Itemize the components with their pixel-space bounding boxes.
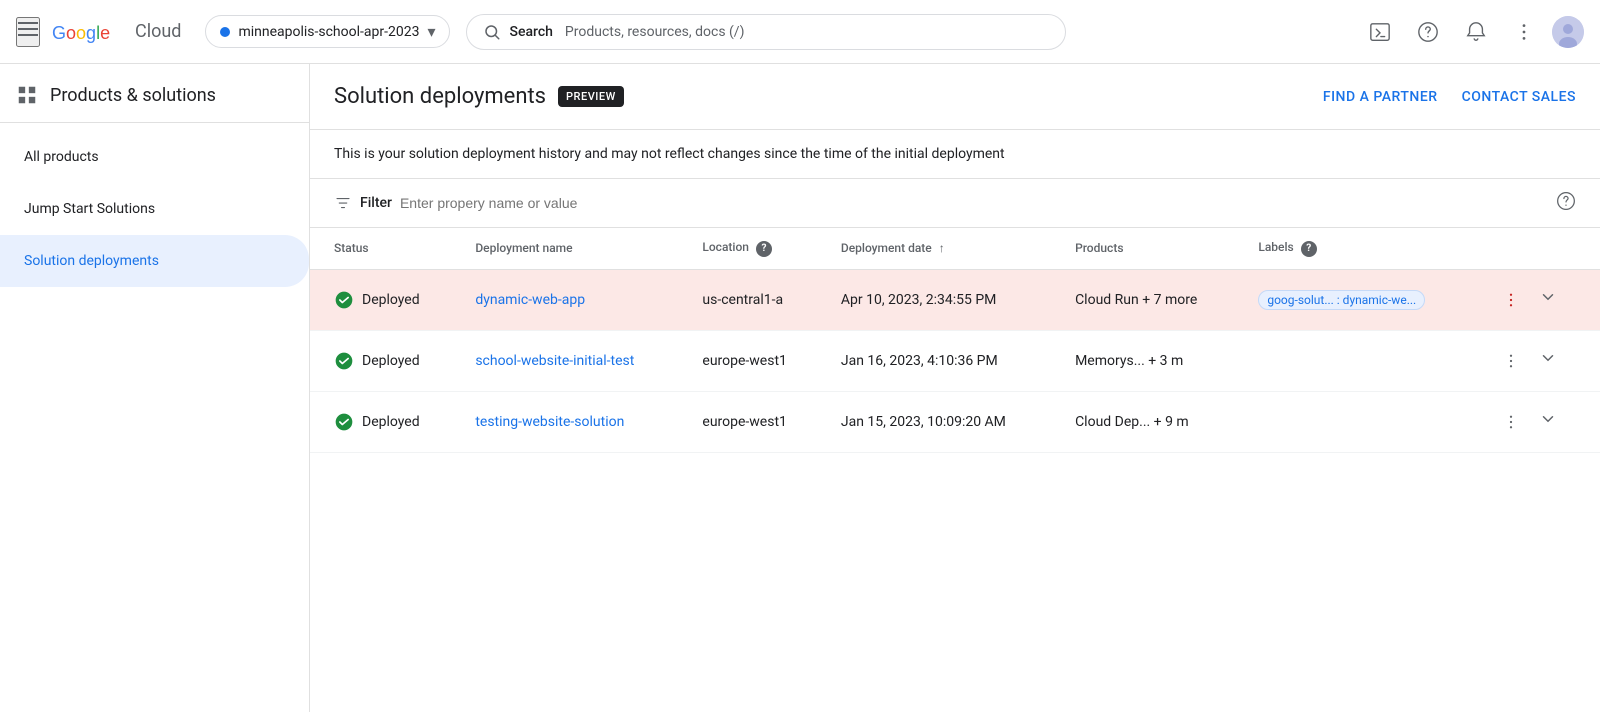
table-row: Deployed dynamic-web-app us-central1-a A… [310,269,1600,331]
col-status: Status [310,228,459,269]
avatar[interactable] [1552,16,1584,48]
filter-bar: Filter [310,179,1600,228]
row-more-button[interactable] [1495,406,1527,438]
row-more-button[interactable] [1495,345,1527,377]
main-content: Solution deployments PREVIEW FIND A PART… [310,64,1600,712]
status-text: Deployed [362,353,420,369]
sidebar-navigation: All products Jump Start Solutions Soluti… [0,123,309,295]
sidebar: Products & solutions All products Jump S… [0,64,310,712]
svg-text:Google: Google [52,23,110,43]
labels-cell: goog-solut... : dynamic-we... [1242,269,1478,331]
project-name: minneapolis-school-apr-2023 [238,24,419,40]
label-chip: goog-solut... : dynamic-we... [1258,290,1425,310]
location-help-icon[interactable]: ? [756,241,772,257]
grid-icon [16,84,38,106]
more-options-button[interactable] [1504,12,1544,52]
page-title-area: Solution deployments PREVIEW [334,84,624,109]
products-cell: Cloud Run + 7 more [1059,269,1242,331]
sidebar-header: Products & solutions [0,64,309,123]
sidebar-item-solution-deployments[interactable]: Solution deployments [0,235,309,287]
sidebar-item-all-products[interactable]: All products [0,131,309,183]
labels-cell [1242,392,1478,453]
labels-cell [1242,331,1478,392]
row-expand-button[interactable] [1531,406,1565,437]
cloud-text: Cloud [135,21,181,42]
actions-cell [1479,270,1600,331]
status-text: Deployed [362,292,420,308]
col-products: Products [1059,228,1242,269]
sidebar-item-label: Solution deployments [24,253,159,269]
col-actions [1479,228,1600,269]
terminal-button[interactable] [1360,12,1400,52]
deployment-name-cell: testing-website-solution [459,392,686,453]
search-placeholder: Products, resources, docs (/) [565,24,745,40]
status-cell-1: Deployed [310,331,459,392]
col-labels: Labels ? [1242,228,1478,269]
sidebar-item-jump-start[interactable]: Jump Start Solutions [0,183,309,235]
actions-cell [1479,392,1600,453]
table-row: Deployed school-website-initial-test eur… [310,331,1600,392]
search-icon [483,23,501,41]
table-row: Deployed testing-website-solution europe… [310,392,1600,453]
sidebar-item-label: All products [24,149,99,165]
location-cell: europe-west1 [686,331,824,392]
labels-help-icon[interactable]: ? [1301,241,1317,257]
chevron-down-icon: ▾ [427,22,435,41]
row-expand-button[interactable] [1531,345,1565,376]
status-cell-0: Deployed [310,269,459,331]
notifications-button[interactable] [1456,12,1496,52]
deployed-icon [334,351,354,371]
deployed-icon [334,412,354,432]
header-actions: FIND A PARTNER CONTACT SALES [1323,89,1576,105]
page-title: Solution deployments [334,84,546,109]
find-partner-link[interactable]: FIND A PARTNER [1323,89,1438,105]
sort-asc-icon[interactable]: ↑ [939,241,945,255]
info-bar: This is your solution deployment history… [310,130,1600,179]
page-header: Solution deployments PREVIEW FIND A PART… [310,64,1600,130]
location-cell: us-central1-a [686,269,824,331]
preview-badge: PREVIEW [558,86,624,107]
filter-icon [334,194,352,212]
col-location: Location ? [686,228,824,269]
deployment-date-cell: Jan 16, 2023, 4:10:36 PM [825,331,1059,392]
sidebar-title: Products & solutions [50,85,216,106]
deployment-date-cell: Jan 15, 2023, 10:09:20 AM [825,392,1059,453]
row-more-button[interactable] [1495,284,1527,316]
status-text: Deployed [362,414,420,430]
deployments-table: Status Deployment name Location ? Deploy… [310,228,1600,453]
deployments-table-wrapper: Status Deployment name Location ? Deploy… [310,228,1600,453]
project-dot [220,27,230,37]
deployed-icon [334,290,354,310]
search-label: Search [509,24,552,40]
filter-input[interactable] [400,195,1548,211]
col-deployment-name: Deployment name [459,228,686,269]
main-layout: Products & solutions All products Jump S… [0,64,1600,712]
table-header-row: Status Deployment name Location ? Deploy… [310,228,1600,269]
deployment-date-cell: Apr 10, 2023, 2:34:55 PM [825,269,1059,331]
actions-cell [1479,331,1600,392]
filter-label: Filter [360,195,392,211]
deployment-name-cell: dynamic-web-app [459,269,686,331]
products-cell: Memorys... + 3 m [1059,331,1242,392]
nav-actions [1360,12,1584,52]
location-cell: europe-west1 [686,392,824,453]
status-cell-2: Deployed [310,392,459,453]
global-search-bar[interactable]: Search Products, resources, docs (/) [466,14,1066,50]
deployment-name-cell: school-website-initial-test [459,331,686,392]
contact-sales-link[interactable]: CONTACT SALES [1462,89,1576,105]
row-expand-button[interactable] [1531,284,1565,315]
project-selector[interactable]: minneapolis-school-apr-2023 ▾ [205,15,450,48]
col-deployment-date: Deployment date ↑ [825,228,1059,269]
sidebar-item-label: Jump Start Solutions [24,201,155,217]
help-circle-icon[interactable] [1556,191,1576,211]
top-navigation: Google Cloud minneapolis-school-apr-2023… [0,0,1600,64]
table-body: Deployed dynamic-web-app us-central1-a A… [310,269,1600,453]
hamburger-menu[interactable] [16,17,40,47]
products-cell: Cloud Dep... + 9 m [1059,392,1242,453]
help-button[interactable] [1408,12,1448,52]
google-cloud-logo: Google Cloud [52,20,181,44]
info-text: This is your solution deployment history… [334,146,1005,162]
